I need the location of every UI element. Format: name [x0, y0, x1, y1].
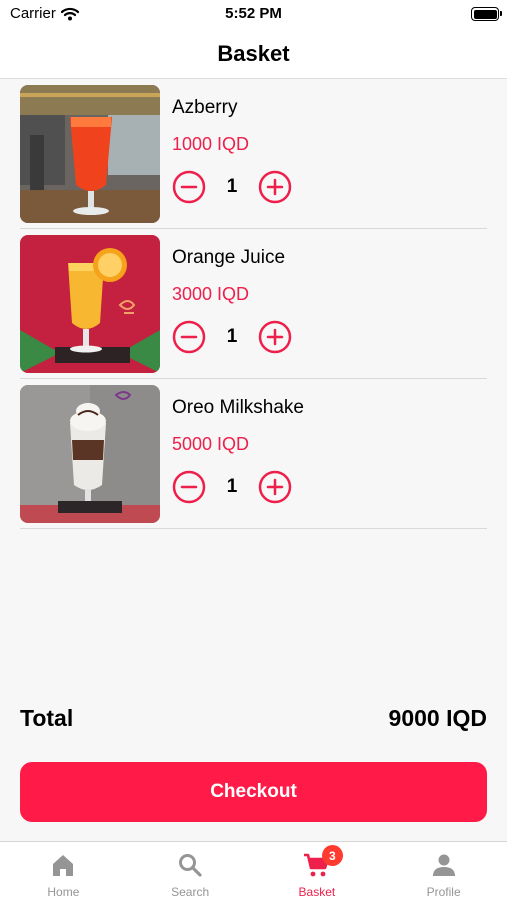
increase-quantity-button[interactable] [258, 470, 292, 504]
item-price: 5000 IQD [172, 434, 250, 454]
tab-label: Search [171, 885, 210, 899]
item-name: Orange Juice [172, 247, 286, 268]
tab-label: Home [47, 885, 80, 899]
home-icon [53, 855, 74, 876]
item-image[interactable] [20, 85, 160, 223]
quantity-stepper: 1 [172, 470, 292, 504]
cart-count-badge: 3 [321, 845, 343, 866]
basket-item: Azberry 1000 IQD 1 [20, 79, 487, 229]
quantity-stepper: 1 [172, 170, 292, 204]
status-time: 5:52 PM [225, 5, 282, 22]
page-title: Basket [217, 41, 290, 66]
quantity-stepper: 1 [172, 320, 292, 354]
increase-quantity-button[interactable] [258, 170, 292, 204]
person-icon [432, 854, 455, 876]
tab-home[interactable]: Home [0, 842, 127, 900]
tab-profile[interactable]: Profile [380, 842, 507, 900]
item-name: Azberry [172, 97, 238, 118]
search-icon [179, 854, 202, 877]
decrease-quantity-button[interactable] [172, 320, 206, 354]
navigation-bar: Basket [0, 30, 507, 79]
tab-basket[interactable]: 3 Basket [254, 842, 381, 900]
tab-search[interactable]: Search [127, 842, 254, 900]
item-price: 1000 IQD [172, 134, 250, 154]
item-image[interactable] [20, 385, 160, 523]
decrease-quantity-button[interactable] [172, 170, 206, 204]
quantity-value: 1 [226, 326, 238, 347]
tab-bar: Home Search 3 Basket Profile [0, 841, 507, 900]
decrease-quantity-button[interactable] [172, 470, 206, 504]
quantity-value: 1 [226, 476, 238, 497]
status-bar: Carrier 5:52 PM [0, 0, 507, 30]
increase-quantity-button[interactable] [258, 320, 292, 354]
red-juice-glass-photo [20, 85, 160, 223]
total-value: 9000 IQD [388, 705, 487, 731]
item-name: Oreo Milkshake [172, 397, 304, 418]
basket-item: Orange Juice 3000 IQD 1 [20, 229, 487, 379]
quantity-value: 1 [226, 176, 238, 197]
item-price: 3000 IQD [172, 284, 250, 304]
tab-label: Basket [298, 885, 336, 899]
orange-juice-glass-photo [20, 235, 160, 373]
tab-label: Profile [426, 885, 461, 899]
basket-item: Oreo Milkshake 5000 IQD 1 [20, 379, 487, 529]
checkout-button[interactable]: Checkout [20, 762, 487, 822]
item-image[interactable] [20, 235, 160, 373]
total-label: Total [20, 705, 74, 731]
battery-icon [471, 7, 502, 21]
oreo-milkshake-glass-photo [20, 385, 160, 523]
